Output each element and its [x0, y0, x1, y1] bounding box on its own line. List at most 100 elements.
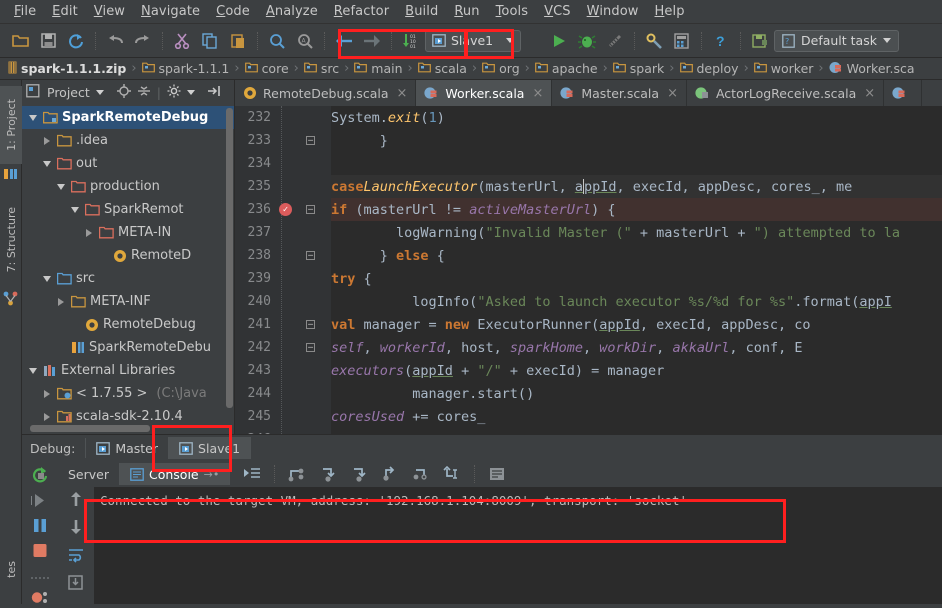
- tool-window-button-structure[interactable]: 7: Structure: [0, 194, 22, 286]
- undo-icon[interactable]: [103, 29, 127, 53]
- force-step-into-icon[interactable]: [347, 462, 371, 486]
- project-tree-node[interactable]: META-IN: [22, 221, 234, 244]
- tool-window-button-project[interactable]: 1: Project: [0, 86, 22, 164]
- collapse-all-icon[interactable]: [137, 84, 151, 101]
- menu-item-vcs[interactable]: VCS: [536, 2, 579, 21]
- console-output[interactable]: Connected to the target VM, address: '19…: [94, 487, 942, 604]
- project-tree-vertical-scrollbar[interactable]: [226, 108, 233, 408]
- chevron-right-icon[interactable]: [82, 228, 95, 237]
- code-line[interactable]: val manager = new ExecutorRunner(appId, …: [331, 313, 942, 336]
- breadcrumb-item-10[interactable]: worker: [753, 61, 813, 76]
- gutter-line[interactable]: 241 ─: [235, 313, 331, 336]
- forward-icon[interactable]: [360, 29, 384, 53]
- code-line[interactable]: logWarning("Invalid Master (" + masterUr…: [331, 221, 942, 244]
- gutter-line[interactable]: 238 ─: [235, 244, 331, 267]
- editor-gutter[interactable]: 232 233 ─ 234 235 236 ✓ ─ 237 238 ─ 239 240 241 ─ 242 ─ 2…: [235, 106, 331, 434]
- chevron-down-icon[interactable]: [40, 160, 53, 167]
- gutter-line[interactable]: 246: [235, 428, 331, 434]
- code-editor[interactable]: 232 233 ─ 234 235 236 ✓ ─ 237 238 ─ 239 240 241 ─ 242 ─ 2…: [235, 106, 942, 434]
- menu-item-analyze[interactable]: Analyze: [258, 2, 326, 21]
- close-icon[interactable]: ×: [397, 86, 408, 101]
- rerun-icon[interactable]: [31, 466, 49, 486]
- step-out-icon[interactable]: [378, 462, 402, 486]
- stop-icon[interactable]: [32, 543, 48, 561]
- debug-session-tab-master[interactable]: Master: [86, 437, 170, 459]
- soft-wrap-icon[interactable]: [68, 547, 84, 566]
- gutter-line[interactable]: 233 ─: [235, 129, 331, 152]
- project-tree-node[interactable]: .idea: [22, 129, 234, 152]
- evaluate-icon[interactable]: [485, 462, 509, 486]
- code-line[interactable]: try {: [331, 267, 942, 290]
- menu-item-help[interactable]: Help: [647, 2, 693, 21]
- menu-item-build[interactable]: Build: [397, 2, 446, 21]
- step-over-icon[interactable]: 01 10 01: [399, 29, 423, 53]
- code-fold-icon[interactable]: ─: [306, 251, 315, 260]
- project-structure-icon[interactable]: [670, 29, 694, 53]
- menu-item-view[interactable]: View: [86, 2, 133, 21]
- gutter-line[interactable]: 242 ─: [235, 336, 331, 359]
- gutter-line[interactable]: 232: [235, 106, 331, 129]
- coverage-icon[interactable]: [603, 29, 627, 53]
- editor-tab-master-scala[interactable]: Master.scala ×: [552, 80, 687, 106]
- settings-icon[interactable]: [642, 29, 666, 53]
- code-fold-icon[interactable]: ─: [306, 320, 315, 329]
- gutter-line[interactable]: 245: [235, 405, 331, 428]
- project-tree-node[interactable]: production: [22, 175, 234, 198]
- chevron-down-icon[interactable]: [26, 114, 39, 121]
- gutter-icons[interactable]: ─: [275, 136, 331, 145]
- editor-tab-4[interactable]: [884, 80, 923, 106]
- gutter-icons[interactable]: ✓ ─: [275, 203, 331, 216]
- gutter-line[interactable]: 244: [235, 382, 331, 405]
- redo-icon[interactable]: [131, 29, 155, 53]
- code-line[interactable]: executors(appId + "/" + execId) = manage…: [331, 359, 942, 382]
- project-tree-horizontal-scrollbar[interactable]: [30, 425, 150, 432]
- chevron-down-icon[interactable]: [68, 206, 81, 213]
- debug-icon[interactable]: [575, 29, 599, 53]
- project-tree-node[interactable]: out: [22, 152, 234, 175]
- run-configuration-selector[interactable]: Slave1: [425, 29, 521, 52]
- chevron-down-icon[interactable]: [95, 89, 104, 95]
- chevron-right-icon[interactable]: [40, 136, 53, 145]
- gutter-icons[interactable]: ─: [275, 251, 331, 260]
- gutter-line[interactable]: 236 ✓ ─: [235, 198, 331, 221]
- code-fold-icon[interactable]: ─: [306, 343, 315, 352]
- chevron-down-icon[interactable]: [40, 275, 53, 282]
- chevron-right-icon[interactable]: [40, 389, 53, 398]
- breadcrumb-item-2[interactable]: core: [244, 61, 289, 76]
- menu-item-edit[interactable]: Edit: [44, 2, 86, 21]
- pause-icon[interactable]: [32, 518, 48, 536]
- resume-icon[interactable]: [30, 493, 49, 511]
- code-fold-icon[interactable]: ─: [306, 136, 315, 145]
- breadcrumb-item-8[interactable]: spark: [612, 61, 664, 76]
- project-tree-node[interactable]: External Libraries: [22, 359, 234, 382]
- gutter-line[interactable]: 239: [235, 267, 331, 290]
- project-tree-node[interactable]: META-INF: [22, 290, 234, 313]
- step-into-icon[interactable]: [316, 462, 340, 486]
- code-line[interactable]: logInfo("Asked to launch executor %s/%d …: [331, 290, 942, 313]
- project-tree-node[interactable]: RemoteD: [22, 244, 234, 267]
- chevron-right-icon[interactable]: [54, 297, 67, 306]
- chevron-down-icon[interactable]: [506, 38, 514, 43]
- find-icon[interactable]: [265, 29, 289, 53]
- project-tree-node[interactable]: SparkRemoteDebug: [22, 106, 234, 129]
- back-icon[interactable]: [332, 29, 356, 53]
- find-usages-icon[interactable]: A: [293, 29, 317, 53]
- menu-item-tools[interactable]: Tools: [488, 2, 537, 21]
- save-all-icon[interactable]: [36, 29, 60, 53]
- hide-icon[interactable]: [207, 84, 221, 101]
- code-text[interactable]: System. exit(1) } case LaunchExecutor (mas…: [331, 106, 942, 434]
- drop-frame-icon[interactable]: [409, 462, 433, 486]
- menu-item-window[interactable]: Window: [579, 2, 647, 21]
- editor-tab-remotedebug-scala[interactable]: RemoteDebug.scala ×: [235, 80, 417, 106]
- run-to-cursor-icon[interactable]: [440, 462, 464, 486]
- gutter-line[interactable]: 243: [235, 359, 331, 382]
- breadcrumb-item-7[interactable]: apache: [534, 61, 598, 76]
- open-folder-icon[interactable]: [8, 29, 32, 53]
- menu-item-code[interactable]: Code: [208, 2, 258, 21]
- project-tree-node[interactable]: src: [22, 267, 234, 290]
- chevron-right-icon[interactable]: [40, 412, 53, 421]
- code-line[interactable]: case LaunchExecutor (masterUrl, a ppId, ex…: [331, 175, 942, 198]
- chevron-down-icon[interactable]: [26, 367, 39, 374]
- code-line[interactable]: self, workerId, host, sparkHome, workDir…: [331, 336, 942, 359]
- gutter-line[interactable]: 237: [235, 221, 331, 244]
